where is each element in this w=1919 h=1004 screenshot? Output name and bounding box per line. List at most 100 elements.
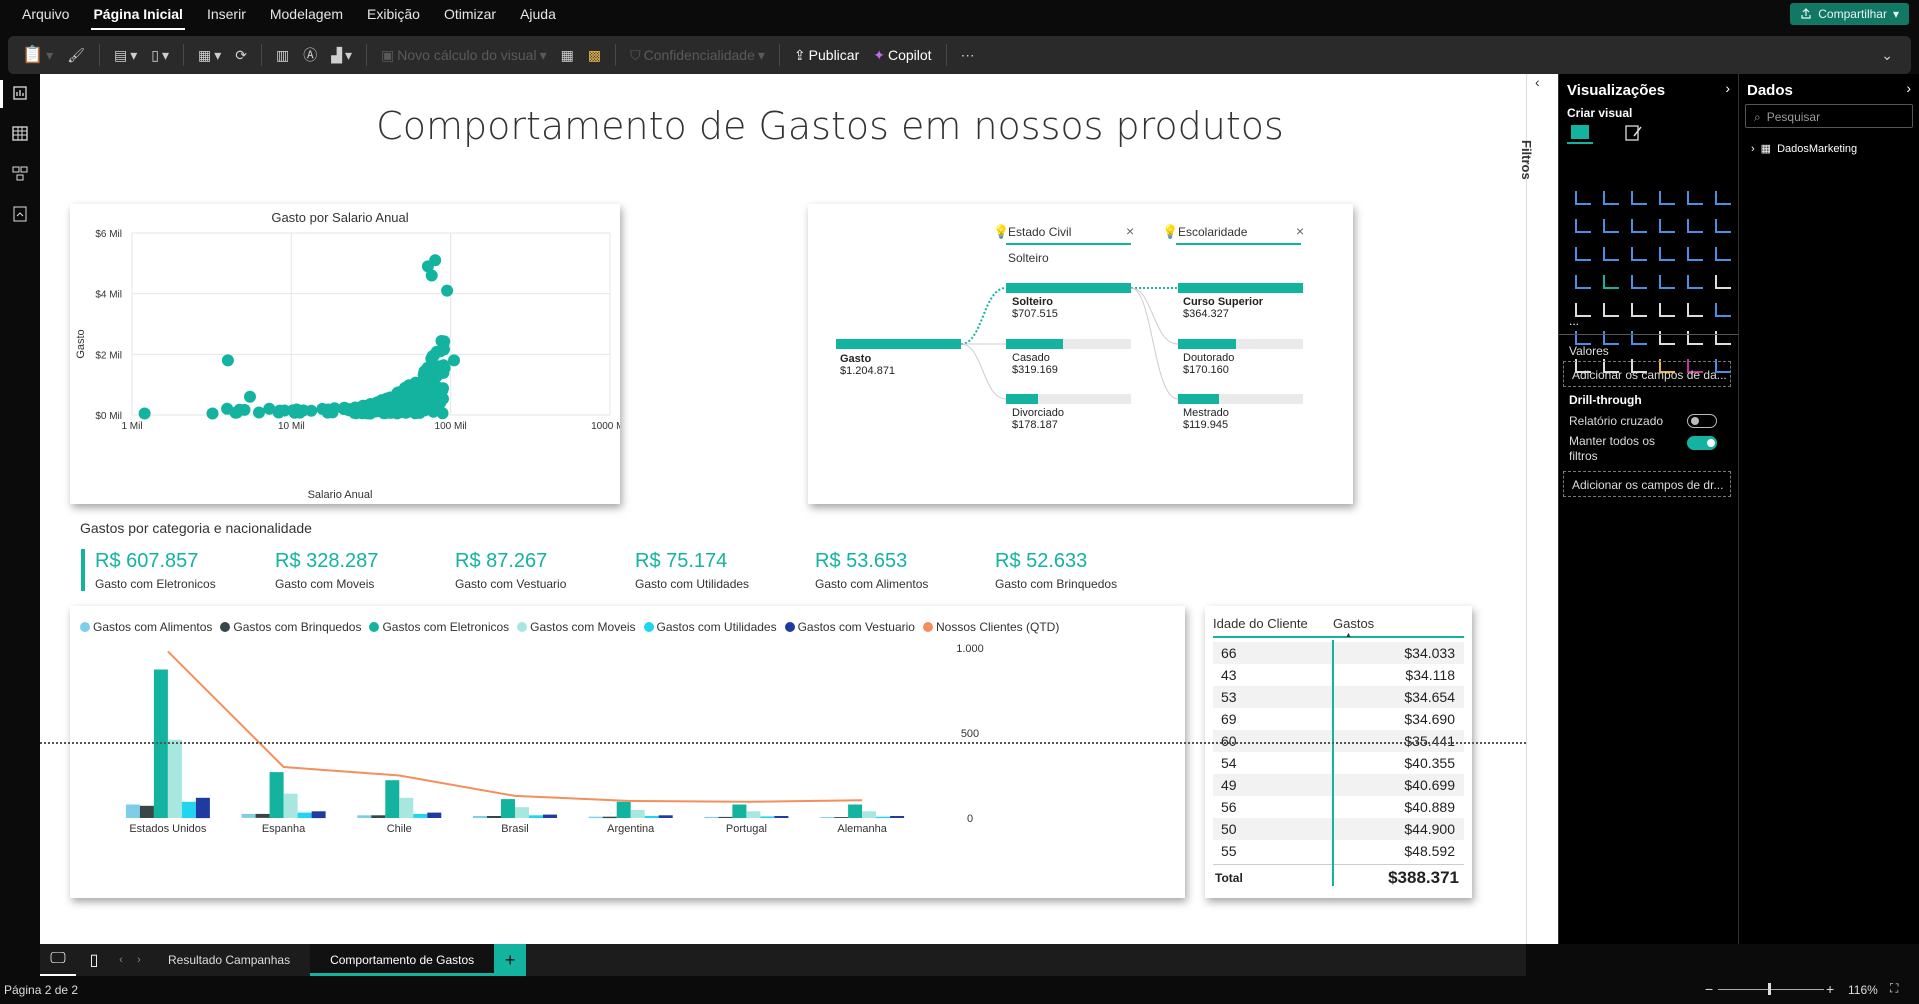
bar-gastos-com-moveis[interactable]: [515, 807, 529, 818]
refresh-button[interactable]: ⟳: [235, 47, 247, 64]
table-row[interactable]: 49 $40.699: [1213, 774, 1464, 796]
bar-gastos-com-alimentos[interactable]: [357, 815, 372, 818]
scatter-point[interactable]: [429, 254, 442, 267]
table-visual-icon[interactable]: [1653, 296, 1681, 324]
close-icon[interactable]: ×: [1126, 223, 1134, 239]
level1-header[interactable]: 💡 Estado Civil × Solteiro: [993, 223, 1134, 265]
keep-filters-toggle[interactable]: [1687, 436, 1717, 450]
scatter-point[interactable]: [423, 367, 436, 380]
values-drop-zone[interactable]: Adicionar os campos de da...: [1563, 361, 1731, 387]
table-row[interactable]: 56 $40.889: [1213, 796, 1464, 818]
scatter-point[interactable]: [425, 269, 438, 282]
scatter-point[interactable]: [229, 406, 242, 419]
node-mestrado-bar[interactable]: [1178, 394, 1219, 404]
scatter-point[interactable]: [138, 407, 151, 420]
zoom-slider-thumb[interactable]: [1768, 983, 1771, 995]
scatter-point[interactable]: [400, 399, 413, 412]
scatter-point[interactable]: [290, 403, 303, 416]
collapse-ribbon-button[interactable]: ⌄: [1881, 47, 1893, 64]
tab-resultado-campanhas[interactable]: Resultado Campanhas: [148, 944, 310, 976]
kpi-vestuario[interactable]: R$ 87.267 Gasto com Vestuario: [455, 550, 635, 591]
line-column-visual-icon[interactable]: [1681, 212, 1709, 240]
scatter-point[interactable]: [206, 407, 219, 420]
table-row[interactable]: 43 $34.118: [1213, 664, 1464, 686]
r-visual-visual-icon[interactable]: [1709, 296, 1737, 324]
format-painter-button[interactable]: 🖌: [67, 47, 85, 64]
model-view-button[interactable]: [0, 154, 40, 194]
azure-map-visual-icon[interactable]: [1653, 268, 1681, 296]
bar-gastos-com-eletronicos[interactable]: [616, 801, 631, 818]
stacked-column-visual-icon[interactable]: [1597, 184, 1625, 212]
scatter-point[interactable]: [244, 390, 256, 403]
more-options-button[interactable]: ⋯: [961, 47, 975, 64]
table-row[interactable]: 50 $44.900: [1213, 818, 1464, 840]
waterfall-visual-icon[interactable]: [1597, 240, 1625, 268]
collapse-icon[interactable]: ‹: [1535, 74, 1540, 90]
clustered-column-visual-icon[interactable]: [1653, 184, 1681, 212]
100-bar-visual-icon[interactable]: [1681, 184, 1709, 212]
kpi-brinquedos[interactable]: R$ 52.633 Gasto com Brinquedos: [995, 550, 1175, 591]
bar-gastos-com-brinquedos[interactable]: [139, 805, 154, 818]
table-row[interactable]: 55 $48.592: [1213, 840, 1464, 862]
transform-button[interactable]: ▦ ▾: [198, 47, 221, 64]
bar-gastos-com-utilidades[interactable]: [181, 801, 196, 818]
new-source-button[interactable]: ▯ ▾: [151, 47, 169, 64]
node-curso-bar[interactable]: [1178, 283, 1303, 293]
prev-page-button[interactable]: ‹: [112, 954, 130, 966]
share-button[interactable]: Compartilhar ▾: [1790, 3, 1909, 25]
bar-gastos-com-moveis[interactable]: [167, 739, 182, 818]
age-table-card[interactable]: Idade do Cliente Gastos ▲ 66 $34.033 43 $34.…: [1205, 606, 1472, 898]
paste-button[interactable]: 📋 ▾: [22, 45, 53, 65]
slicer-visual-icon[interactable]: [1625, 296, 1653, 324]
node-doutorado-bar[interactable]: [1178, 339, 1236, 349]
more-visuals-button[interactable]: ▟ ▾: [331, 47, 352, 64]
decomposition-visual-icon[interactable]: [1625, 324, 1653, 352]
menu-exibicao[interactable]: Exibição: [365, 0, 422, 30]
publish-button[interactable]: ⇪ Publicar: [794, 47, 859, 64]
table-row[interactable]: 54 $40.355: [1213, 752, 1464, 774]
line-visual-icon[interactable]: [1569, 212, 1597, 240]
paginated-visual-icon[interactable]: [1709, 324, 1737, 352]
qa-visual-icon[interactable]: [1653, 324, 1681, 352]
bar-gastos-com-moveis[interactable]: [399, 797, 414, 819]
zoom-in-button[interactable]: +: [1826, 981, 1834, 997]
pie-visual-icon[interactable]: [1681, 240, 1709, 268]
scatter-point[interactable]: [436, 407, 449, 420]
bar-gastos-com-brinquedos[interactable]: [834, 817, 849, 818]
bar-gastos-com-alimentos[interactable]: [704, 816, 719, 818]
bar-gastos-com-vestuario[interactable]: [311, 811, 326, 819]
scatter-point[interactable]: [253, 406, 265, 419]
scatter-point[interactable]: [328, 402, 341, 415]
narrative-visual-icon[interactable]: [1681, 324, 1709, 352]
donut-visual-icon[interactable]: [1709, 240, 1737, 268]
new-visual-button[interactable]: ▥: [276, 47, 289, 64]
menu-otimizar[interactable]: Otimizar: [442, 0, 498, 30]
scatter-chart[interactable]: Gasto por Salario Anual Salario Anual Ga…: [70, 204, 629, 504]
bar-gastos-com-eletronicos[interactable]: [269, 772, 284, 818]
bar-gastos-com-utilidades[interactable]: [760, 816, 775, 818]
table-row[interactable]: 69 $34.690: [1213, 708, 1464, 730]
scatter-point[interactable]: [413, 379, 426, 392]
scatter-point[interactable]: [221, 354, 234, 367]
menu-ajuda[interactable]: Ajuda: [518, 0, 558, 30]
bar-gastos-com-vestuario[interactable]: [774, 816, 789, 818]
bar-gastos-com-utilidades[interactable]: [644, 816, 659, 818]
table-view-button[interactable]: [0, 114, 40, 154]
bar-gastos-com-vestuario[interactable]: [890, 816, 905, 818]
bar-gastos-com-brinquedos[interactable]: [487, 816, 501, 818]
bar-gastos-com-alimentos[interactable]: [820, 817, 835, 818]
scatter-point[interactable]: [436, 384, 449, 397]
quick-measure-button[interactable]: ▩: [588, 47, 601, 64]
line-clustered-visual-icon[interactable]: [1709, 212, 1737, 240]
scatter-point[interactable]: [342, 403, 355, 416]
bar-gastos-com-brinquedos[interactable]: [718, 816, 733, 818]
menu-pagina-inicial[interactable]: Página Inicial: [91, 0, 185, 30]
zoom-level[interactable]: 116%: [1848, 983, 1878, 997]
ribbon-visual-icon[interactable]: [1569, 240, 1597, 268]
gauge-visual-icon[interactable]: [1681, 268, 1709, 296]
confidentiality-button[interactable]: ⛉ Confidencialidade ▾: [630, 47, 765, 64]
map-visual-icon[interactable]: [1597, 268, 1625, 296]
bar-gastos-com-brinquedos[interactable]: [371, 815, 386, 818]
col-gastos-header[interactable]: Gastos ▲: [1333, 616, 1463, 639]
menu-inserir[interactable]: Inserir: [205, 0, 248, 30]
